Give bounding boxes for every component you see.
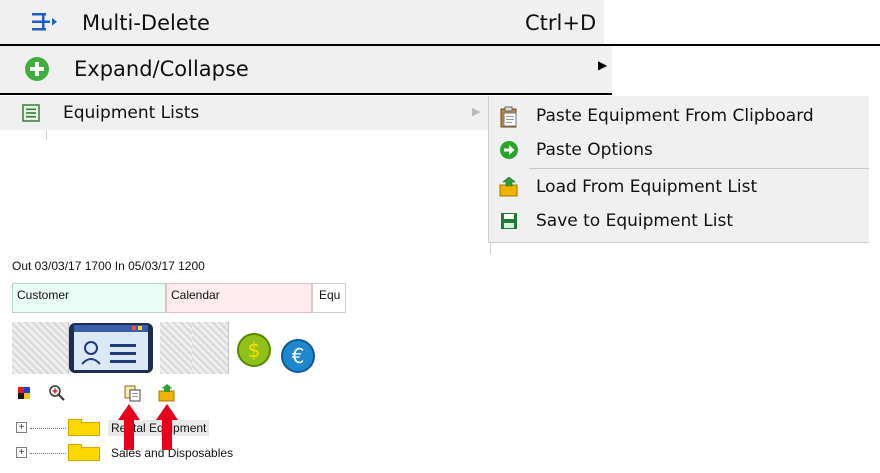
folder-icon <box>68 444 100 461</box>
equipment-lists-label: Equipment Lists <box>63 103 200 123</box>
menu-edge <box>46 130 47 140</box>
multi-delete-icon <box>30 10 58 34</box>
menu-item-equipment-lists[interactable]: Equipment Lists ▶ <box>0 96 490 130</box>
paste-icon[interactable] <box>124 384 142 402</box>
red-arrow-annotation <box>156 404 178 450</box>
submenu-arrow-icon: ▶ <box>598 58 608 72</box>
folder-icon <box>68 419 100 436</box>
rental-period: Out 03/03/17 1700 In 05/03/17 1200 <box>12 259 205 273</box>
currency-icon[interactable]: $ € <box>234 330 318 374</box>
submenu-label: Load From Equipment List <box>536 177 758 197</box>
menu-item-multi-delete[interactable]: Multi-Delete Ctrl+D <box>0 0 604 44</box>
tab-equipment[interactable]: Equ <box>312 283 346 313</box>
submenu-item-load-from-list[interactable]: Load From Equipment List <box>489 170 869 204</box>
tab-calendar[interactable]: Calendar <box>166 283 312 313</box>
multi-delete-label: Multi-Delete <box>82 11 210 35</box>
clipboard-paste-icon <box>499 106 519 128</box>
color-palette-icon[interactable] <box>16 384 34 402</box>
submenu-shadow-edge <box>490 242 491 254</box>
expand-collapse-label: Expand/Collapse <box>74 57 249 81</box>
green-plus-icon <box>24 56 50 82</box>
tree-connector <box>30 453 66 454</box>
equipment-lists-submenu: Paste Equipment From Clipboard Paste Opt… <box>488 96 869 243</box>
tab-label: Equ <box>319 288 341 302</box>
customer-card-icon[interactable] <box>68 322 154 374</box>
menu-divider <box>0 93 612 95</box>
tree-connector <box>30 428 66 429</box>
expand-icon[interactable]: + <box>16 422 27 433</box>
zoom-icon[interactable] <box>48 384 66 402</box>
tab-label: Calendar <box>171 288 220 302</box>
list-icon <box>22 104 40 122</box>
svg-text:€: € <box>292 344 305 368</box>
hatched-panel <box>160 322 193 374</box>
submenu-label: Save to Equipment List <box>536 211 734 231</box>
green-arrow-circle-icon <box>499 140 519 160</box>
tab-label: Customer <box>17 288 70 302</box>
load-folder-icon <box>499 176 519 197</box>
submenu-label: Paste Equipment From Clipboard <box>536 106 814 126</box>
submenu-label: Paste Options <box>536 140 653 160</box>
load-list-icon[interactable] <box>158 384 176 402</box>
submenu-arrow-icon: ▶ <box>472 105 481 118</box>
hatched-panel <box>192 322 229 374</box>
multi-delete-shortcut: Ctrl+D <box>525 11 597 35</box>
tree-item-sales-and-disposables[interactable]: + Sales and Disposables <box>12 443 292 463</box>
expand-icon[interactable]: + <box>16 447 27 458</box>
save-disk-icon <box>499 211 519 231</box>
red-arrow-annotation <box>118 404 140 450</box>
tab-customer[interactable]: Customer <box>12 283 166 313</box>
submenu-item-save-to-list[interactable]: Save to Equipment List <box>489 204 869 238</box>
menu-item-expand-collapse[interactable]: Expand/Collapse ▶ <box>0 46 612 93</box>
submenu-item-paste-options[interactable]: Paste Options <box>489 133 869 167</box>
submenu-separator <box>529 168 869 169</box>
hatched-panel <box>12 322 69 374</box>
submenu-item-paste-from-clipboard[interactable]: Paste Equipment From Clipboard <box>489 99 869 133</box>
svg-text:$: $ <box>248 338 261 362</box>
